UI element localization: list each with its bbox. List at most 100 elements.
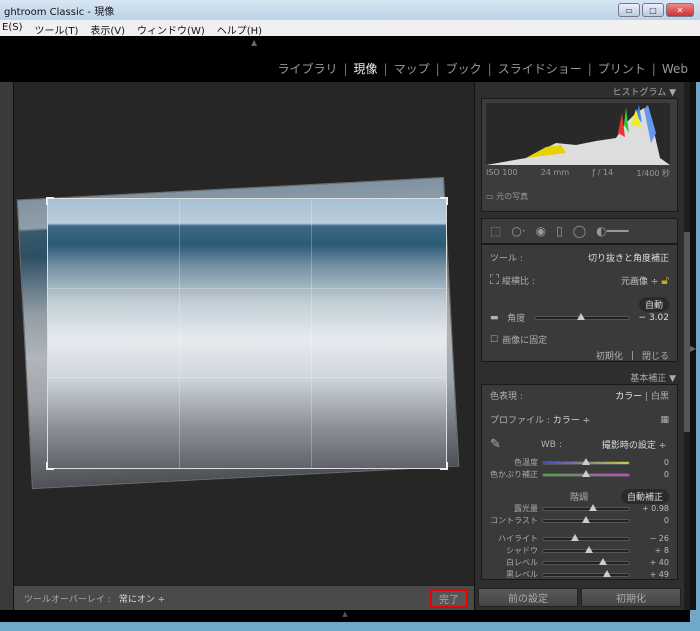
menu-edit[interactable]: E(S)	[2, 22, 22, 34]
eyedropper-icon[interactable]: ✎	[490, 437, 501, 452]
aspect-label: 縦横比 :	[502, 277, 535, 287]
histogram-plot	[486, 103, 670, 165]
spot-removal-icon[interactable]: ○·	[511, 224, 525, 238]
constrain-checkbox[interactable]: ☐	[490, 335, 498, 345]
crop-handle[interactable]	[440, 462, 448, 470]
aspect-select[interactable]: 元画像 ÷	[621, 277, 658, 287]
menu-window[interactable]: ウィンドウ(W)	[137, 22, 205, 34]
module-web[interactable]: Web	[662, 62, 688, 76]
angle-slider[interactable]	[534, 316, 630, 320]
tool-label: ツール :	[490, 251, 523, 264]
slider-value[interactable]: + 8	[655, 546, 669, 555]
title-bar: ghtroom Classic - 現像 ▭□✕	[0, 0, 700, 20]
slider-track[interactable]	[542, 549, 630, 553]
collapse-bottom-icon[interactable]: ▲	[0, 610, 690, 622]
menu-tools[interactable]: ツール(T)	[34, 22, 78, 34]
menu-bar: E(S) ツール(T) 表示(V) ウィンドウ(W) ヘルプ(H)	[0, 20, 700, 36]
slider-track[interactable]	[542, 519, 630, 523]
overlay-select[interactable]: 常にオン ÷	[119, 592, 165, 605]
slider-track[interactable]	[542, 507, 630, 511]
slider-thumb[interactable]	[599, 558, 607, 565]
slider-value[interactable]: + 40	[650, 558, 669, 567]
slider-thumb[interactable]	[582, 516, 590, 523]
slider-track[interactable]	[542, 573, 630, 577]
slider-thumb[interactable]	[603, 570, 611, 577]
crop-reset-button[interactable]: 初期化	[596, 349, 623, 362]
slider-thumb[interactable]	[571, 534, 579, 541]
profile-browser-icon[interactable]: ▦	[660, 415, 669, 425]
slider-track[interactable]	[542, 473, 630, 477]
crop-handle[interactable]	[440, 197, 448, 205]
right-panel-toggle[interactable]: ▶	[690, 82, 696, 610]
basic-header[interactable]: 基本補正 ▼	[475, 368, 684, 384]
histogram: ISO 100 24 mm ƒ / 14 1/400 秒 ▭ 元の写真	[481, 98, 678, 212]
module-library[interactable]: ライブラリ	[277, 60, 337, 77]
slider-label: 黒レベル	[482, 569, 542, 580]
slider-value[interactable]: + 49	[650, 570, 669, 579]
module-slideshow[interactable]: スライドショー	[498, 60, 582, 77]
histogram-header[interactable]: ヒストグラム ▼	[475, 82, 684, 98]
slider-thumb[interactable]	[582, 458, 590, 465]
crop-close-button[interactable]: 閉じる	[642, 349, 669, 362]
slider-row: 露光量+ 0.98	[482, 503, 669, 514]
photo-canvas[interactable]	[14, 82, 474, 585]
shutter: 1/400 秒	[636, 168, 670, 179]
tool-strip: ⬚ ○· ◉ ▯ ◯ ◐━━━	[481, 218, 678, 244]
menu-view[interactable]: 表示(V)	[90, 22, 125, 34]
auto-angle-button[interactable]: 自動	[639, 297, 669, 312]
close-button[interactable]: ✕	[666, 3, 694, 17]
slider-label: 白レベル	[482, 557, 542, 568]
overlay-label: ツールオーバーレイ :	[24, 592, 111, 605]
profile-select[interactable]: カラー ÷	[553, 416, 590, 426]
slider-value[interactable]: − 26	[650, 534, 669, 543]
slider-label: シャドウ	[482, 545, 542, 556]
menu-help[interactable]: ヘルプ(H)	[217, 22, 262, 34]
maximize-button[interactable]: □	[642, 3, 664, 17]
slider-track[interactable]	[542, 537, 630, 541]
treatment-bw[interactable]: 白黒	[651, 392, 669, 402]
reset-button[interactable]: 初期化	[581, 588, 681, 607]
slider-value[interactable]: 0	[664, 458, 669, 467]
crop-frame[interactable]	[47, 198, 447, 469]
brush-icon[interactable]: ◐━━━	[596, 224, 628, 238]
right-panel: ヒストグラム ▼ ISO 100 24 mm ƒ / 14 1/400 秒 ▭ …	[474, 82, 684, 610]
redeye-icon[interactable]: ◉	[536, 224, 546, 238]
tool-name: 切り抜きと角度補正	[588, 251, 669, 264]
slider-thumb[interactable]	[589, 504, 597, 511]
slider-value[interactable]: 0	[664, 470, 669, 479]
left-panel	[0, 82, 14, 612]
crop-handle[interactable]	[46, 197, 54, 205]
lock-icon[interactable]: 🔓︎	[661, 273, 669, 287]
crop-handle[interactable]	[46, 462, 54, 470]
focal-length: 24 mm	[541, 168, 569, 179]
module-print[interactable]: プリント	[598, 60, 646, 77]
module-develop[interactable]: 現像	[354, 60, 378, 77]
slider-track[interactable]	[542, 461, 630, 465]
collapse-top-icon[interactable]: ▲	[251, 38, 257, 47]
wb-select[interactable]: 撮影時の設定 ÷	[602, 438, 666, 451]
module-book[interactable]: ブック	[446, 60, 482, 77]
slider-thumb[interactable]	[582, 470, 590, 477]
module-map[interactable]: マップ	[394, 60, 430, 77]
histogram-title: ヒストグラム	[612, 88, 666, 98]
treatment-color[interactable]: カラー	[615, 392, 642, 402]
slider-track[interactable]	[542, 561, 630, 565]
slider-value[interactable]: 0	[664, 516, 669, 525]
slider-value[interactable]: + 0.98	[642, 504, 669, 513]
crop-tool-icon[interactable]: ⬚	[490, 224, 501, 238]
slider-row: コントラスト0	[482, 515, 669, 526]
auto-tone-button[interactable]: 自動補正	[621, 489, 669, 504]
minimize-button[interactable]: ▭	[618, 3, 640, 17]
radial-filter-icon[interactable]: ◯	[573, 224, 586, 238]
angle-value[interactable]: − 3.02	[639, 313, 669, 323]
treatment-label: 色表現 :	[490, 389, 523, 402]
previous-button[interactable]: 前の設定	[478, 588, 578, 607]
module-header: ▲ ライブラリ| 現像| マップ| ブック| スライドショー| プリント| We…	[0, 36, 700, 82]
straighten-icon[interactable]: ▬	[490, 313, 499, 323]
slider-thumb[interactable]	[585, 546, 593, 553]
original-label: 元の写真	[496, 192, 528, 201]
slider-row: 黒レベル + 49	[482, 569, 669, 580]
original-photo-toggle[interactable]: ▭ 元の写真	[486, 191, 528, 202]
done-button[interactable]: 完了	[430, 589, 468, 608]
graduated-filter-icon[interactable]: ▯	[556, 224, 563, 238]
